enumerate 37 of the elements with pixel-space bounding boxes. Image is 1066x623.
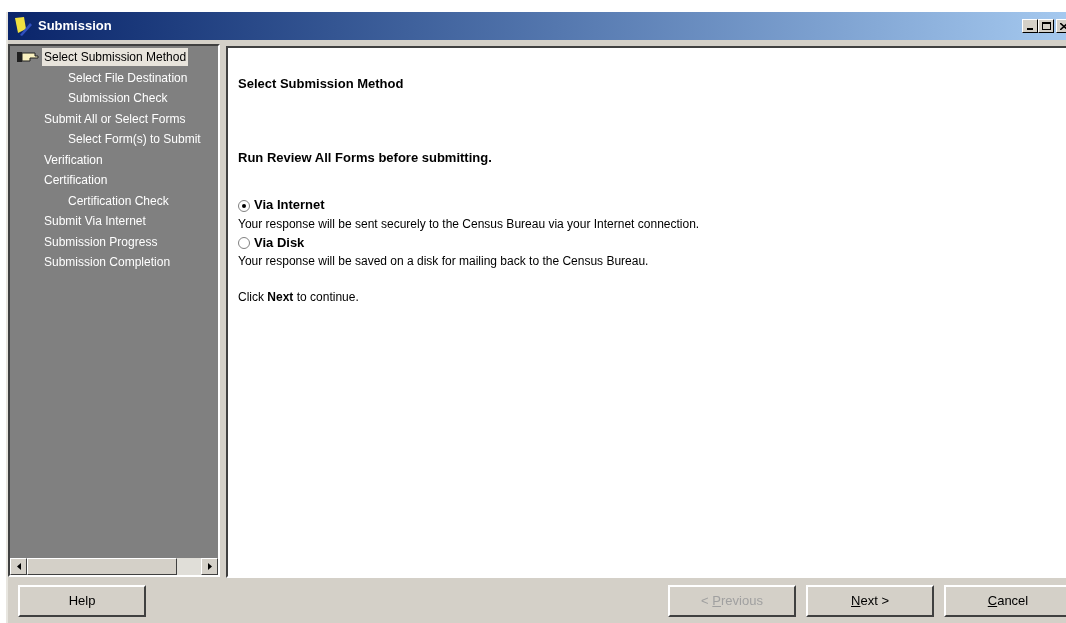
scroll-left-button[interactable] (10, 558, 27, 575)
step-item[interactable]: Select File Destination (66, 68, 190, 87)
maximize-icon (1041, 22, 1051, 30)
option-description: Your response will be saved on a disk for mailing back to the Census Bureau. (238, 253, 650, 270)
page-heading: Select Submission Method (238, 75, 405, 93)
step-item[interactable]: Submit All or Select Forms (42, 109, 188, 128)
minimize-button[interactable] (1022, 19, 1038, 33)
step-item[interactable]: Submission Progress (42, 232, 160, 251)
dialog-button[interactable]: Help (18, 584, 146, 617)
step-item[interactable]: Submission Completion (42, 253, 173, 272)
step-item[interactable]: Certification (42, 171, 110, 190)
option-label[interactable]: Via Disk (254, 232, 305, 252)
step-item[interactable]: Certification Check (66, 191, 171, 210)
dialog-button[interactable]: Cancel (944, 584, 1066, 617)
option-description: Your response will be sent securely to the Census Bureau via your Internet connection. (238, 215, 701, 233)
scroll-right-button[interactable] (201, 558, 218, 575)
radio-button[interactable] (238, 237, 250, 249)
pointing-hand-icon (17, 51, 39, 64)
horizontal-scrollbar[interactable] (10, 558, 218, 575)
maximize-button[interactable] (1038, 19, 1054, 33)
left-arrow-icon (16, 563, 21, 570)
instruction-text: Run Review All Forms before submitting. (238, 148, 493, 167)
right-arrow-icon (207, 563, 212, 570)
window-title: Submission (38, 17, 112, 36)
step-item[interactable]: Select Form(s) to Submit (66, 130, 203, 149)
scroll-thumb[interactable] (27, 558, 177, 575)
step-item[interactable]: Verification (42, 150, 105, 169)
step-item[interactable]: Submit Via Internet (42, 212, 148, 231)
continue-text: Click Next to continue. (238, 289, 360, 306)
dialog-button[interactable]: Next > (806, 584, 934, 617)
close-icon (1060, 22, 1066, 30)
option-label[interactable]: Via Internet (254, 195, 325, 215)
step-item[interactable]: Submission Check (66, 89, 170, 108)
minimize-icon (1027, 28, 1033, 30)
step-item[interactable]: Select Submission Method (42, 48, 189, 67)
radio-button[interactable] (238, 199, 250, 212)
pencil-icon (12, 15, 34, 37)
